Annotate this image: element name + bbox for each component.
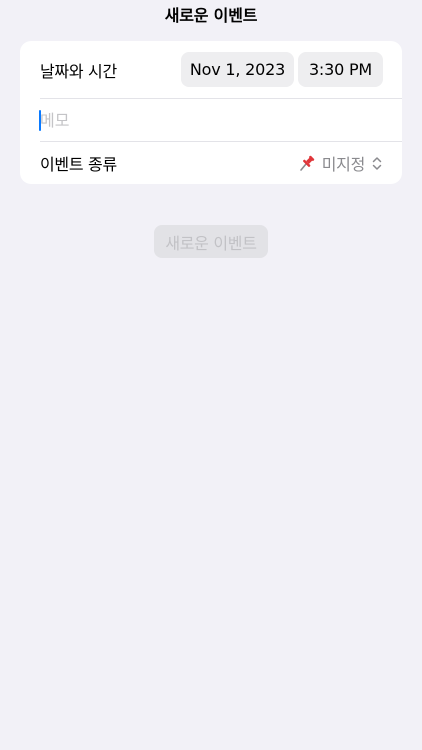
page-title: 새로운 이벤트 xyxy=(164,6,258,25)
date-time-label: 날짜와 시간 xyxy=(40,61,117,81)
pushpin-icon xyxy=(299,155,314,171)
date-time-row: 날짜와 시간 Nov 1, 2023 3:30 PM xyxy=(20,41,402,98)
event-type-picker[interactable]: 미지정 xyxy=(297,142,382,184)
event-type-row[interactable]: 이벤트 종류 미지정 xyxy=(20,142,402,184)
event-form-card: 날짜와 시간 Nov 1, 2023 3:30 PM 이벤트 종류 미지정 xyxy=(20,41,402,184)
date-picker-button[interactable]: Nov 1, 2023 xyxy=(181,52,294,87)
memo-row[interactable] xyxy=(20,99,402,141)
chevron-up-down-icon xyxy=(372,156,382,170)
create-event-button[interactable]: 새로운 이벤트 xyxy=(154,225,268,258)
text-cursor xyxy=(39,110,41,131)
event-type-value: 미지정 xyxy=(321,155,366,174)
memo-input[interactable] xyxy=(40,99,380,141)
event-type-label: 이벤트 종류 xyxy=(40,155,117,174)
time-picker-button[interactable]: 3:30 PM xyxy=(298,52,383,87)
